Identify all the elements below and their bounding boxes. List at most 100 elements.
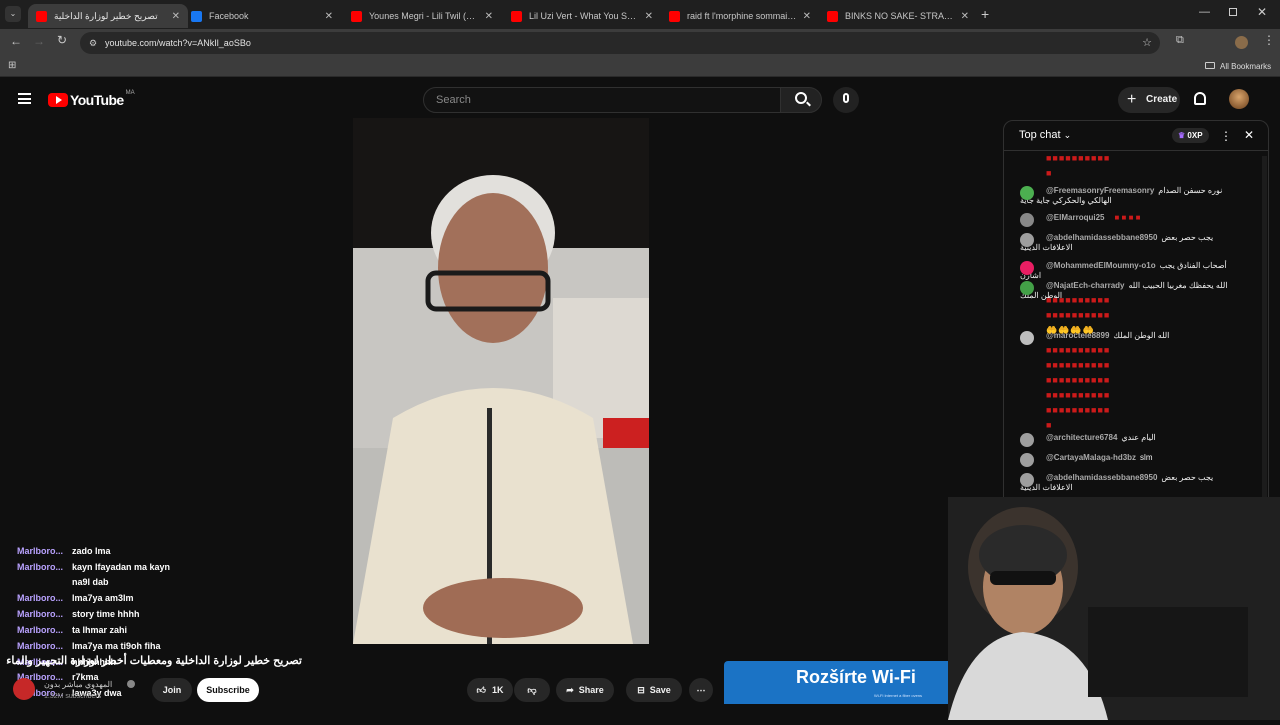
tab-title: Facebook xyxy=(209,11,249,21)
browser-tab-bar: ⌄ تصريح خطير لوزارة الداخلية ✕ Facebook ✕ Yo… xyxy=(0,0,1280,29)
bookmark-star-icon[interactable]: ☆ xyxy=(1142,32,1152,54)
overlay-chat-author: Marlboro... xyxy=(17,641,64,651)
overlay-chat-author: Marlboro... xyxy=(17,546,64,556)
chat-avatar[interactable] xyxy=(1020,331,1034,345)
share-icon: ➦ xyxy=(566,685,574,695)
chat-author[interactable]: @abdelhamidassebbane8950 xyxy=(1046,233,1157,242)
url-field[interactable]: ⚙ youtube.com/watch?v=ANkIl_aoSBo ☆ xyxy=(80,32,1160,54)
youtube-logo[interactable]: YouTube MA xyxy=(48,90,135,108)
chat-header: Top chat ⌄ ♛ 0XP ⋮ ✕ xyxy=(1004,121,1268,151)
overlay-chat-line: Marlboro... kayn lfayadan ma kayn xyxy=(17,562,170,572)
chat-author[interactable]: @NajatEch-charrady xyxy=(1046,281,1125,290)
tab-favicon-icon xyxy=(511,10,522,22)
tab-close-icon[interactable]: ✕ xyxy=(803,11,811,22)
chat-author[interactable]: @MohammedElMoumny-o1o xyxy=(1046,261,1156,270)
overlay-chat-author: Marlboro... xyxy=(17,625,64,635)
chat-author[interactable]: @architecture6784 xyxy=(1046,433,1117,442)
chat-author[interactable]: @CartayaMalaga-hd3bz xyxy=(1046,453,1136,462)
chat-avatar[interactable] xyxy=(1020,213,1034,227)
folder-icon xyxy=(1205,62,1215,69)
address-bar: ← → ↻ ⚙ youtube.com/watch?v=ANkIl_aoSBo … xyxy=(0,29,1280,57)
minimize-icon[interactable]: — xyxy=(1199,6,1210,18)
chat-menu-icon[interactable]: ⋮ xyxy=(1220,129,1232,143)
video-player[interactable] xyxy=(353,118,649,644)
create-button[interactable]: + Create xyxy=(1118,87,1180,113)
search-button[interactable] xyxy=(780,87,822,113)
forward-icon[interactable]: → xyxy=(33,34,45,48)
wifi-ad-brand: Rozšírte Wi-Fi xyxy=(796,667,916,687)
tab-close-icon[interactable]: ✕ xyxy=(485,11,493,22)
chat-avatar[interactable] xyxy=(1020,186,1034,200)
extensions-icon[interactable]: ⧉ xyxy=(1176,34,1184,47)
all-bookmarks-link[interactable]: All Bookmarks xyxy=(1220,62,1271,71)
share-button[interactable]: ➦ Share xyxy=(556,678,614,702)
thumbs-down-icon: 👎︎ xyxy=(527,685,537,695)
like-count: 1K xyxy=(491,685,504,695)
back-icon[interactable]: ← xyxy=(10,34,22,48)
search-input[interactable]: Search xyxy=(423,87,781,113)
overlay-chat-line: Marlboro... zado lma xyxy=(17,546,111,556)
more-actions-button[interactable]: ⋯ xyxy=(689,678,713,702)
browser-tab[interactable]: Younes Megri - Lili Twil (Paroles ✕ xyxy=(343,4,501,28)
save-icon: ⊟ xyxy=(637,685,645,695)
chat-avatar[interactable] xyxy=(1020,473,1034,487)
wifi-ad-tagline: Wi-Fi Internet a fiber ovens xyxy=(874,693,923,698)
chat-author[interactable]: @abdelhamidassebbane8950 xyxy=(1046,473,1157,482)
reload-icon[interactable]: ↻ xyxy=(57,33,67,47)
browser-tab[interactable]: Facebook ✕ xyxy=(183,4,341,28)
channel-avatar[interactable] xyxy=(13,678,35,700)
site-info-icon[interactable]: ⚙ xyxy=(89,32,97,54)
browser-menu-icon[interactable]: ⋮ xyxy=(1263,33,1275,47)
dislike-button[interactable]: 👎︎ xyxy=(514,678,550,702)
subscribe-button[interactable]: Subscribe xyxy=(197,678,259,702)
chat-author[interactable]: @FreemasonryFreemasonry xyxy=(1046,186,1154,195)
streamer-frame xyxy=(948,497,1280,720)
chat-text: slm xyxy=(1140,453,1153,462)
browser-tab[interactable]: raid ft l'morphine sommaire - Y ✕ xyxy=(661,4,819,28)
chat-avatar[interactable] xyxy=(1020,233,1034,247)
tab-close-icon[interactable]: ✕ xyxy=(172,11,180,22)
youtube-header: YouTube MA Search + Create xyxy=(0,80,1280,120)
chat-avatar[interactable] xyxy=(1020,453,1034,467)
chat-message: @abdelhamidassebbane8950 يجب حصر بعض الاع… xyxy=(1020,233,1245,253)
chat-message: @MohammedElMoumny-o1o أصحاب الفنادق يجب ا… xyxy=(1020,261,1245,281)
youtube-wordmark: YouTube xyxy=(70,92,124,108)
save-button[interactable]: ⊟ Save xyxy=(626,678,682,702)
apps-icon[interactable]: ⊞ xyxy=(8,60,16,71)
tab-search-button[interactable]: ⌄ xyxy=(5,6,21,22)
like-button[interactable]: 👍︎ 1K xyxy=(467,678,513,702)
join-button[interactable]: Join xyxy=(152,678,192,702)
voice-search-button[interactable] xyxy=(833,87,859,113)
chat-author[interactable]: @ElMarroqui25 xyxy=(1046,213,1104,222)
channel-name[interactable]: المهدوي مباشر بدون xyxy=(44,680,112,689)
chat-avatar[interactable] xyxy=(1020,281,1034,295)
streamer-webcam xyxy=(948,497,1280,720)
hamburger-menu-icon[interactable] xyxy=(18,93,31,104)
tab-close-icon[interactable]: ✕ xyxy=(325,11,333,22)
close-window-icon[interactable]: ✕ xyxy=(1257,5,1267,19)
browser-tab[interactable]: BINKS NO SAKE- STRAWHAT VI ✕ xyxy=(819,4,977,28)
xp-badge[interactable]: ♛ 0XP xyxy=(1172,128,1209,143)
notifications-bell-icon[interactable] xyxy=(1194,92,1206,105)
tab-favicon-icon xyxy=(827,10,838,22)
bookmarks-bar: ⊞ All Bookmarks xyxy=(0,57,1280,77)
browser-tab[interactable]: Lil Uzi Vert - What You Saying ✕ xyxy=(503,4,661,28)
new-tab-button[interactable]: + xyxy=(981,6,989,22)
top-chat-label: Top chat xyxy=(1019,129,1061,141)
browser-tab[interactable]: تصريح خطير لوزارة الداخلية ✕ xyxy=(28,4,188,28)
video-title: تصريح خطير لوزارة الداخلية ومعطيات أخطر … xyxy=(6,655,302,667)
chat-avatar[interactable] xyxy=(1020,261,1034,275)
chat-avatar[interactable] xyxy=(1020,433,1034,447)
create-label: Create xyxy=(1146,94,1178,105)
profile-avatar[interactable] xyxy=(1235,36,1248,49)
tab-close-icon[interactable]: ✕ xyxy=(961,11,969,22)
wifi-ad-banner[interactable]: Rozšírte Wi-Fi Wi-Fi Internet a fiber ov… xyxy=(724,661,960,704)
top-chat-dropdown[interactable]: Top chat ⌄ xyxy=(1019,129,1071,141)
chat-heart-block: ■■■■■■■■■■ ■■■■■■■■■■ ■■■■■■■■■■ ■■■■■■■■■■… xyxy=(1046,345,1111,430)
tab-title: Younes Megri - Lili Twil (Paroles xyxy=(369,11,479,21)
restore-icon[interactable] xyxy=(1229,8,1237,16)
account-avatar[interactable] xyxy=(1229,89,1249,109)
tab-close-icon[interactable]: ✕ xyxy=(645,11,653,22)
close-chat-icon[interactable]: ✕ xyxy=(1244,128,1254,142)
chat-message: @ElMarroqui25 ■ ■ ■ ■ xyxy=(1020,213,1245,227)
